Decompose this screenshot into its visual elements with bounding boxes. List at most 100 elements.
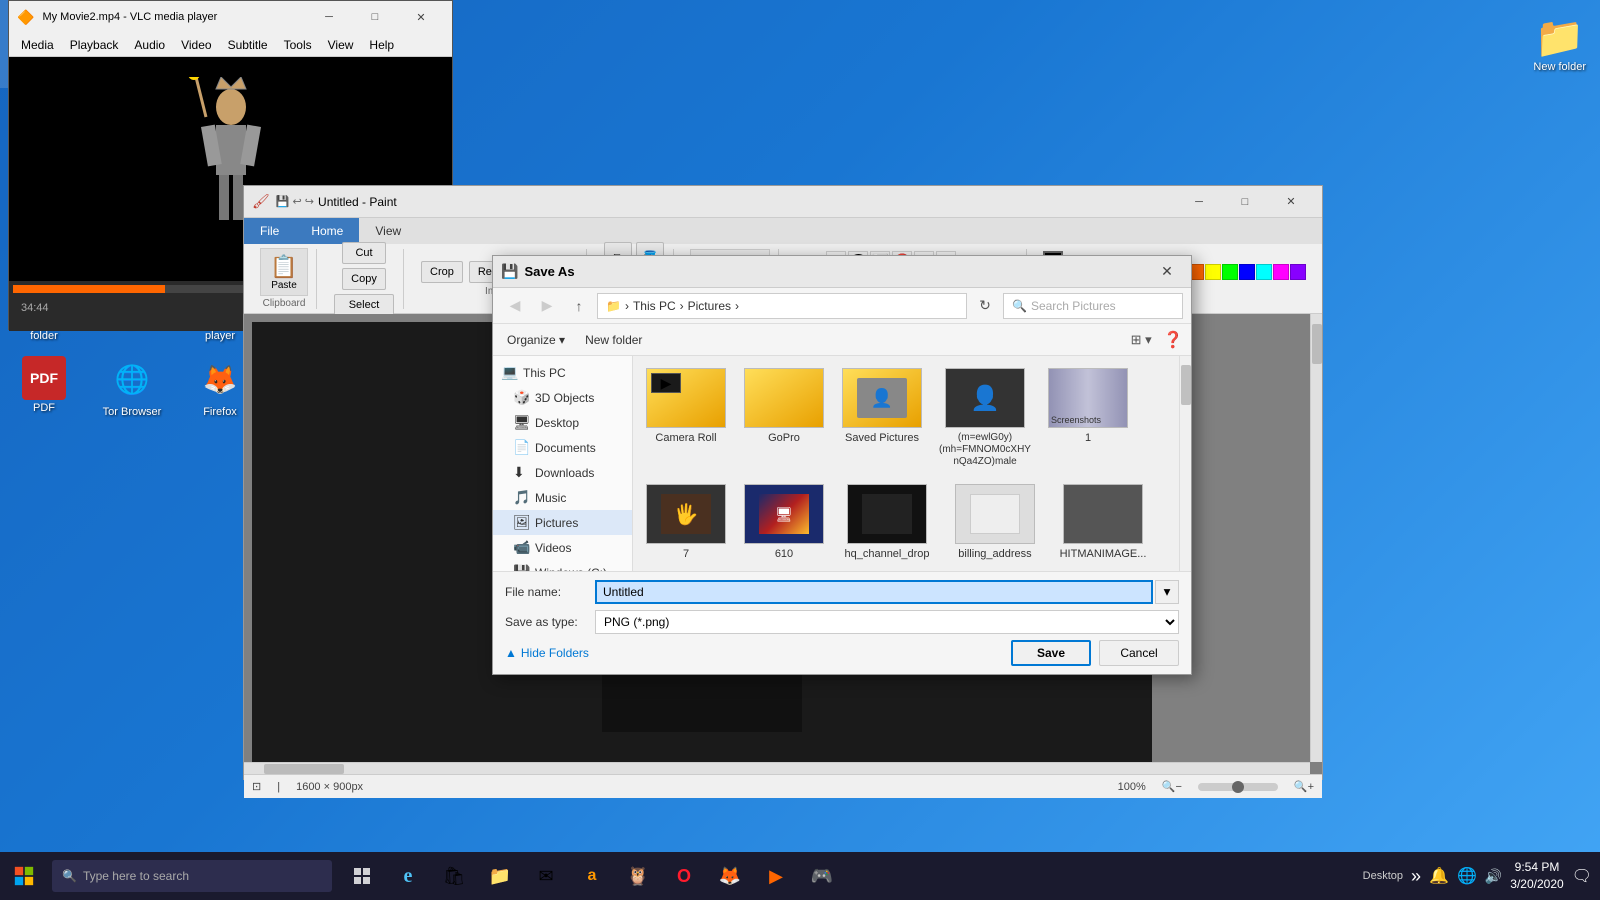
taskbar-tripadvisor-btn[interactable]: 🦉	[616, 854, 660, 898]
paint-close-btn[interactable]: ✕	[1268, 186, 1314, 218]
paint-tab-file[interactable]: File	[244, 218, 295, 244]
dialog-scrollthumb[interactable]	[1181, 365, 1191, 405]
file-item-savedpictures[interactable]: 👤 Saved Pictures	[837, 364, 927, 472]
dialog-organize-btn[interactable]: Organize ▾	[501, 331, 571, 349]
taskbar-edge-btn[interactable]: e	[386, 854, 430, 898]
vlc-minimize-btn[interactable]: ─	[306, 1, 352, 33]
taskbar-firefox-btn[interactable]: 🦊	[708, 854, 752, 898]
taskbar-desktop-text[interactable]: Desktop	[1363, 870, 1403, 882]
desktop-icon-new-folder-tr[interactable]: 📁 New folder	[1527, 8, 1592, 79]
paint-paste-btn[interactable]: 📋 Paste	[260, 248, 308, 296]
taskbar-mail-btn[interactable]: ✉	[524, 854, 568, 898]
dialog-path-bar[interactable]: 📁 › This PC › Pictures ›	[597, 293, 967, 319]
dialog-sidebar-pictures[interactable]: 🖼 Pictures	[493, 510, 632, 535]
paint-zoom-slider[interactable]	[1198, 783, 1278, 791]
file-item-gopro[interactable]: GoPro	[739, 364, 829, 472]
paint-zoom-out-btn[interactable]: 🔍−	[1162, 780, 1182, 793]
vlc-menu-media[interactable]: Media	[13, 33, 62, 57]
dialog-filename-input[interactable]	[595, 580, 1153, 604]
paint-select-btn[interactable]: Select	[334, 294, 394, 316]
paint-zoom-in-btn[interactable]: 🔍+	[1294, 780, 1314, 793]
vlc-close-btn[interactable]: ✕	[398, 1, 444, 33]
dialog-back-btn[interactable]: ◀	[501, 292, 529, 320]
paint-copy-btn[interactable]: Copy	[342, 268, 386, 290]
taskbar-folder-btn[interactable]: 📁	[478, 854, 522, 898]
file-item-mewlg[interactable]: 👤 (m=ewlG0y)(mh=FMNOM0cXHYnQa4ZO)male	[935, 364, 1035, 472]
taskbar-misc-btn[interactable]: 🎮	[800, 854, 844, 898]
dialog-sidebar-3dobjects[interactable]: 🎲 3D Objects	[493, 385, 632, 410]
dialog-sidebar-videos[interactable]: 📹 Videos	[493, 535, 632, 560]
paint-vscrollbar[interactable]	[1310, 314, 1322, 762]
desktop: 💬 Skype E EaseUS Data Recovery ... 📝 New…	[0, 0, 1600, 900]
paint-minimize-btn[interactable]: ─	[1176, 186, 1222, 218]
vlc-menu-view[interactable]: View	[320, 33, 362, 57]
color-magenta[interactable]	[1273, 264, 1289, 280]
desktop-icon-torbrowser[interactable]: 🌐 Tor Browser	[88, 350, 176, 434]
dialog-vscrollbar[interactable]	[1179, 356, 1191, 571]
paint-maximize-btn[interactable]: □	[1222, 186, 1268, 218]
taskbar-chevron-icon[interactable]: »	[1411, 866, 1421, 887]
desktop-icon-pdf[interactable]: PDF PDF	[0, 350, 88, 434]
dialog-filename-dropdown-btn[interactable]: ▾	[1155, 580, 1179, 604]
dialog-forward-btn[interactable]: ▶	[533, 292, 561, 320]
dialog-sidebar-documents[interactable]: 📄 Documents	[493, 435, 632, 460]
dialog-view-toggle-btn[interactable]: ⊞ ▾	[1127, 327, 1155, 353]
file-item-hitman[interactable]: HITMANIMAGE...	[1053, 480, 1153, 565]
file-item-cameraroll[interactable]: ▶ Camera Roll	[641, 364, 731, 472]
taskbar-notification-icon[interactable]: 🔔	[1429, 866, 1449, 886]
file-item-610[interactable]: 🖥 610	[739, 480, 829, 565]
desktop-icon-label: New folder	[1533, 61, 1586, 73]
dialog-new-folder-btn[interactable]: New folder	[579, 331, 648, 349]
color-blue[interactable]	[1239, 264, 1255, 280]
file-name-610: 610	[775, 548, 793, 561]
color-yellow[interactable]	[1205, 264, 1221, 280]
dialog-cancel-btn[interactable]: Cancel	[1099, 640, 1179, 666]
paint-cut-btn[interactable]: Cut	[342, 242, 386, 264]
dialog-search-box[interactable]: 🔍 Search Pictures	[1003, 293, 1183, 319]
dialog-sidebar-desktop[interactable]: 🖥 Desktop	[493, 410, 632, 435]
taskbar-network-icon[interactable]: 🌐	[1457, 866, 1477, 886]
taskbar-clock[interactable]: 9:54 PM 3/20/2020	[1510, 859, 1563, 893]
taskbar-amazon-btn[interactable]: a	[570, 854, 614, 898]
file-name-hqchannel: hq_channel_drop	[844, 548, 929, 561]
taskbar-store-btn[interactable]: 🛍	[432, 854, 476, 898]
color-purple[interactable]	[1290, 264, 1306, 280]
file-item-hqchannel[interactable]: hq_channel_drop	[837, 480, 937, 565]
taskbar-taskview-btn[interactable]	[340, 854, 384, 898]
dialog-saveastype-select[interactable]: PNG (*.png) JPEG (*.jpg) BMP (*.bmp) GIF…	[595, 610, 1179, 634]
tripadvisor-icon: 🦉	[627, 866, 649, 887]
taskbar-vlc-btn[interactable]: ▶	[754, 854, 798, 898]
dialog-refresh-btn[interactable]: ↻	[971, 292, 999, 320]
dialog-sidebar-windowsc[interactable]: 💾 Windows (C:)	[493, 560, 632, 571]
dialog-help-btn[interactable]: ❓	[1163, 330, 1183, 350]
dialog-sidebar-thispc[interactable]: 💻 This PC	[493, 360, 632, 385]
taskbar-opera-btn[interactable]: O	[662, 854, 706, 898]
vlc-menu-tools[interactable]: Tools	[276, 33, 320, 57]
file-name-savedpictures: Saved Pictures	[845, 432, 919, 445]
dialog-close-btn[interactable]: ✕	[1151, 259, 1183, 285]
dialog-hide-folders-btn[interactable]: ▲ Hide Folders	[505, 646, 589, 660]
dialog-up-btn[interactable]: ↑	[565, 292, 593, 320]
paint-hscrollbar[interactable]	[244, 762, 1310, 774]
vlc-menu-playback[interactable]: Playback	[62, 33, 127, 57]
paint-crop-btn[interactable]: Crop	[421, 261, 463, 283]
vlc-menu-subtitle[interactable]: Subtitle	[220, 33, 276, 57]
file-item-1[interactable]: Screenshots 1	[1043, 364, 1133, 472]
taskbar-start-btn[interactable]	[0, 852, 48, 900]
vlc-menu-help[interactable]: Help	[361, 33, 402, 57]
color-green[interactable]	[1222, 264, 1238, 280]
dialog-sidebar-downloads[interactable]: ⬇ Downloads	[493, 460, 632, 485]
file-item-billing[interactable]: billing_address	[945, 480, 1045, 565]
taskbar-search-bar[interactable]: 🔍 Type here to search	[52, 860, 332, 892]
taskbar-volume-icon[interactable]: 🔊	[1485, 868, 1502, 885]
taskbar-action-center-icon[interactable]: 🗨	[1572, 866, 1592, 886]
dialog-save-btn[interactable]: Save	[1011, 640, 1091, 666]
color-cyan[interactable]	[1256, 264, 1272, 280]
vlc-maximize-btn[interactable]: □	[352, 1, 398, 33]
thumb-hitman	[1063, 484, 1143, 544]
file-item-7[interactable]: 🖐 7	[641, 480, 731, 565]
dialog-sidebar-music[interactable]: 🎵 Music	[493, 485, 632, 510]
vlc-menu-video[interactable]: Video	[173, 33, 219, 57]
store-icon: 🛍	[443, 866, 466, 887]
vlc-menu-audio[interactable]: Audio	[126, 33, 173, 57]
